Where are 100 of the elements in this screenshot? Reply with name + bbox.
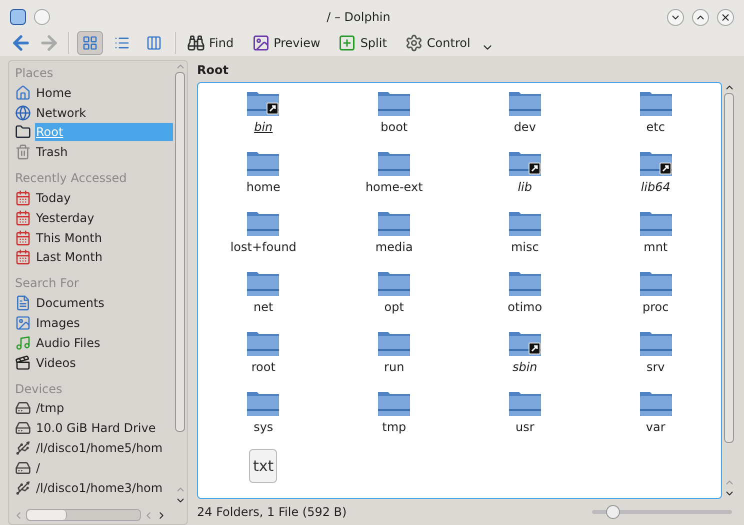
clapperboard-icon bbox=[15, 354, 31, 371]
minimize-button[interactable] bbox=[667, 8, 684, 26]
file-name[interactable]: root bbox=[251, 357, 276, 377]
file-name[interactable]: mnt bbox=[644, 237, 668, 257]
file-name[interactable]: sbin bbox=[512, 357, 538, 377]
file-name[interactable]: srv bbox=[646, 357, 665, 377]
folder-link-icon bbox=[246, 89, 280, 117]
sidebar-item[interactable]: Documents bbox=[35, 294, 173, 312]
file-name[interactable]: home-ext bbox=[365, 177, 423, 197]
pin-button[interactable] bbox=[34, 9, 50, 25]
sidebar-item[interactable]: 10.0 GiB Hard Drive bbox=[35, 419, 173, 438]
file-name[interactable]: lib bbox=[518, 177, 532, 197]
calendar-icon bbox=[15, 190, 31, 206]
window-menu-icon[interactable] bbox=[10, 9, 26, 25]
sidebar-item[interactable]: Last Month bbox=[35, 248, 173, 266]
folder-icon bbox=[638, 209, 673, 237]
hard-drive-icon bbox=[15, 400, 31, 416]
sidebar-item[interactable]: Videos bbox=[35, 354, 173, 372]
document-icon bbox=[15, 295, 31, 312]
folder-icon bbox=[377, 269, 412, 297]
sidebar-item[interactable]: Network bbox=[35, 104, 173, 122]
folder-link-icon bbox=[638, 149, 673, 177]
folder-icon bbox=[377, 209, 412, 237]
sidebar-item[interactable]: Trash bbox=[35, 143, 173, 162]
folder-icon bbox=[15, 124, 31, 140]
file-name[interactable]: net bbox=[254, 297, 274, 317]
sidebar-item[interactable]: / bbox=[35, 458, 173, 477]
back-button[interactable] bbox=[10, 32, 32, 54]
scrollbar-thumb[interactable] bbox=[724, 93, 734, 443]
sidebar-item[interactable]: Today bbox=[35, 189, 173, 208]
picture-icon bbox=[252, 34, 270, 52]
toolbar-button[interactable]: Control bbox=[402, 34, 474, 52]
toolbar-button[interactable]: Find bbox=[184, 34, 237, 52]
file-name[interactable]: boot bbox=[380, 117, 408, 137]
status-text: 24 Folders, 1 File (592 B) bbox=[197, 504, 348, 521]
file-name[interactable]: usr bbox=[515, 417, 534, 437]
split-view-icon bbox=[338, 34, 356, 52]
file-name[interactable]: dev bbox=[514, 117, 536, 137]
file-name[interactable]: media bbox=[375, 237, 413, 257]
folder-icon bbox=[377, 389, 412, 417]
folder-link-icon bbox=[508, 329, 542, 357]
file-name[interactable]: misc bbox=[510, 237, 539, 257]
close-icon bbox=[720, 12, 731, 22]
file-name[interactable]: var bbox=[646, 417, 666, 437]
plug-icon bbox=[15, 440, 31, 456]
text-file-icon[interactable]: txt bbox=[249, 449, 278, 483]
plug-icon bbox=[15, 480, 31, 496]
file-name[interactable]: otimo bbox=[508, 297, 542, 317]
sidebar-item[interactable]: Yesterday bbox=[35, 208, 173, 227]
forward-arrow-icon bbox=[38, 32, 60, 54]
grid-icon bbox=[82, 35, 98, 51]
hard-drive-icon bbox=[15, 420, 31, 436]
view-mode-button[interactable] bbox=[77, 31, 103, 55]
folder-icon bbox=[246, 389, 280, 417]
sidebar-item[interactable]: /l/disco1/home3/hom bbox=[35, 478, 173, 497]
sidebar-item[interactable]: This Month bbox=[35, 228, 173, 247]
horizontal-scrollbar[interactable] bbox=[26, 509, 141, 521]
file-name[interactable]: lost+found bbox=[230, 237, 296, 257]
slider-thumb[interactable] bbox=[606, 505, 620, 519]
section-header: Devices bbox=[15, 380, 64, 398]
file-name[interactable]: home bbox=[246, 177, 280, 197]
sidebar-item[interactable]: /l/disco1/home5/hom bbox=[35, 439, 173, 458]
location-label: Root bbox=[197, 62, 228, 79]
folder-icon bbox=[377, 89, 412, 117]
folder-icon bbox=[246, 209, 280, 237]
sidebar-item[interactable]: Home bbox=[35, 84, 173, 102]
folder-icon bbox=[638, 389, 673, 417]
window-title: / – Dolphin bbox=[326, 10, 390, 24]
folder-icon bbox=[246, 149, 280, 177]
file-name[interactable]: etc bbox=[646, 117, 665, 137]
file-name[interactable]: opt bbox=[384, 297, 404, 317]
maximize-button[interactable] bbox=[692, 8, 709, 26]
scrollbar-thumb[interactable] bbox=[175, 72, 185, 432]
sidebar-item[interactable]: Audio Files bbox=[35, 334, 173, 352]
file-name[interactable]: sys bbox=[254, 417, 274, 437]
toolbar-button[interactable]: Split bbox=[335, 34, 390, 52]
file-name[interactable]: lib64 bbox=[640, 177, 670, 197]
file-name[interactable]: run bbox=[384, 357, 404, 377]
binoculars-icon bbox=[187, 34, 205, 52]
toolbar-button[interactable]: Preview bbox=[248, 34, 324, 52]
section-header: Places bbox=[15, 65, 54, 82]
folder-icon bbox=[508, 89, 542, 117]
file-name[interactable]: bin bbox=[254, 117, 273, 137]
zoom-slider[interactable] bbox=[592, 505, 732, 519]
image-icon bbox=[15, 315, 31, 332]
columns-icon bbox=[146, 35, 162, 51]
forward-button[interactable] bbox=[38, 32, 60, 54]
sidebar-item[interactable]: /tmp bbox=[35, 399, 173, 418]
home-icon bbox=[15, 84, 31, 101]
file-name[interactable]: tmp bbox=[382, 417, 406, 437]
calendar-icon bbox=[15, 230, 31, 246]
folder-icon bbox=[246, 269, 280, 297]
file-name[interactable]: proc bbox=[642, 297, 669, 317]
folder-icon bbox=[508, 209, 542, 237]
sidebar-item[interactable]: Images bbox=[35, 314, 173, 332]
list-icon bbox=[114, 35, 130, 51]
close-button[interactable] bbox=[717, 8, 734, 26]
settings-icon bbox=[404, 34, 423, 52]
folder-icon bbox=[246, 329, 280, 357]
calendar-icon bbox=[15, 210, 31, 226]
